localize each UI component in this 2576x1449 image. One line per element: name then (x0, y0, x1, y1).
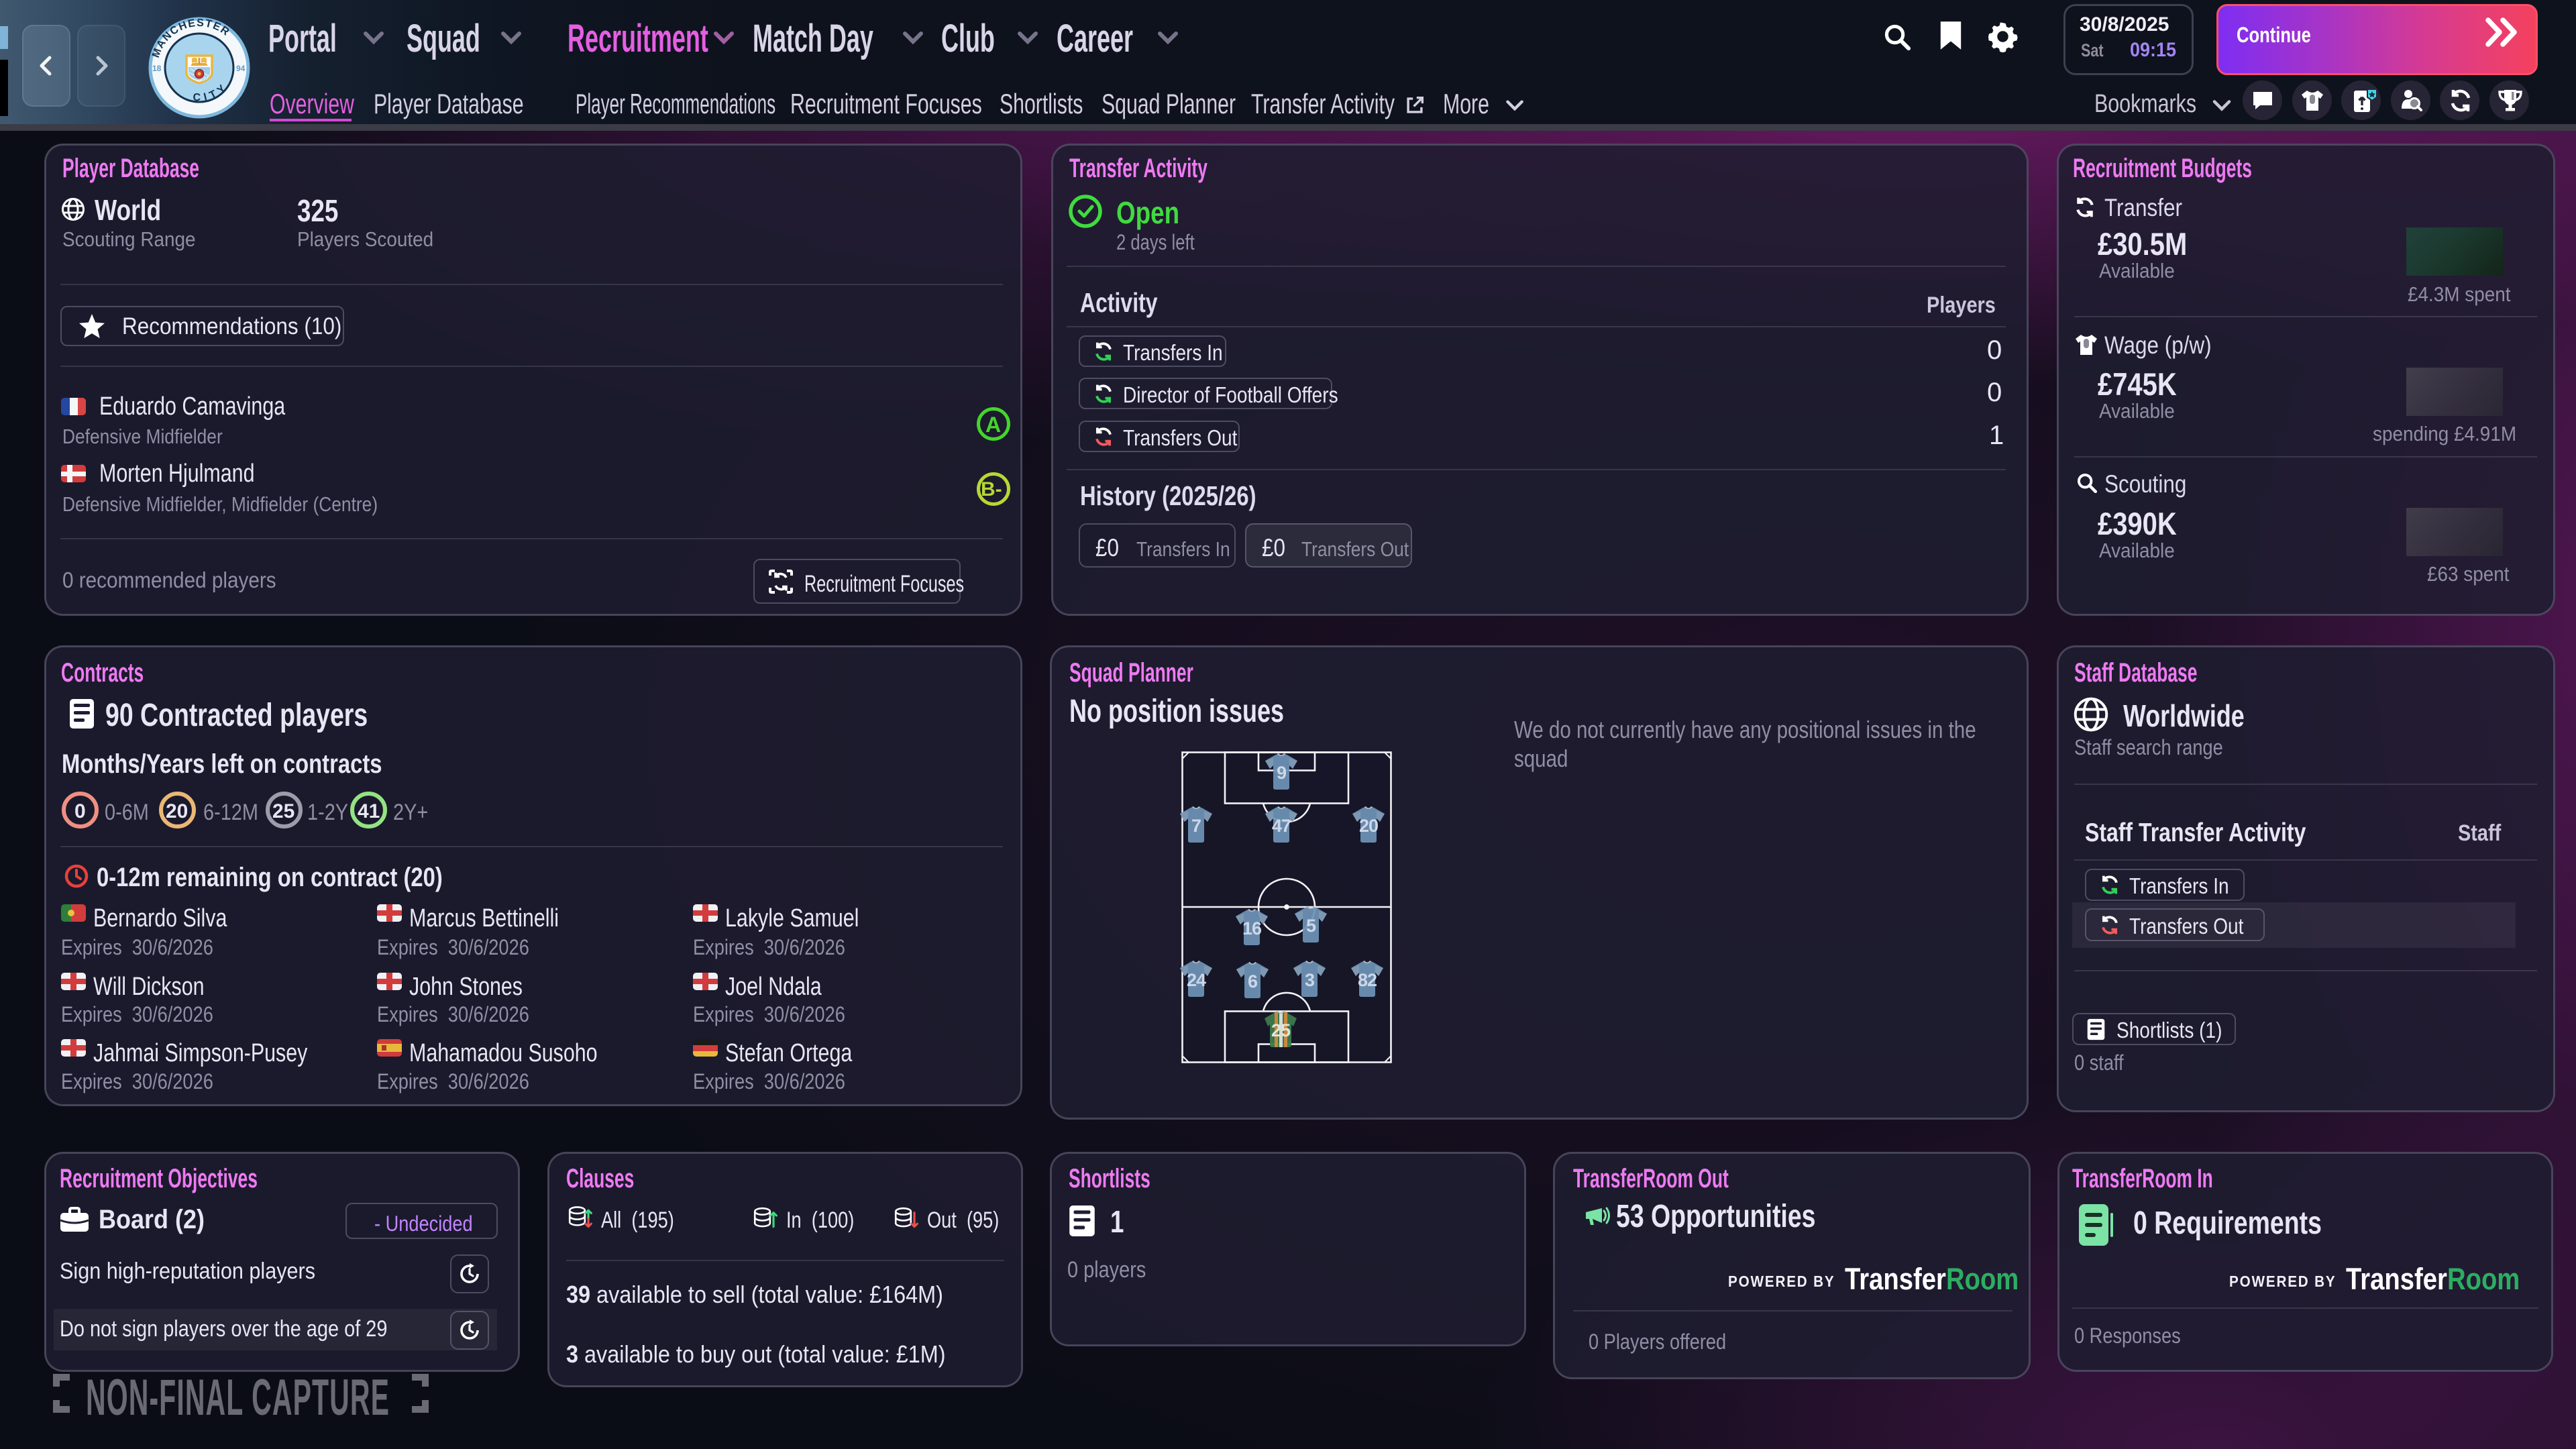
svg-text:94: 94 (236, 64, 246, 73)
svg-text:18: 18 (152, 64, 162, 73)
